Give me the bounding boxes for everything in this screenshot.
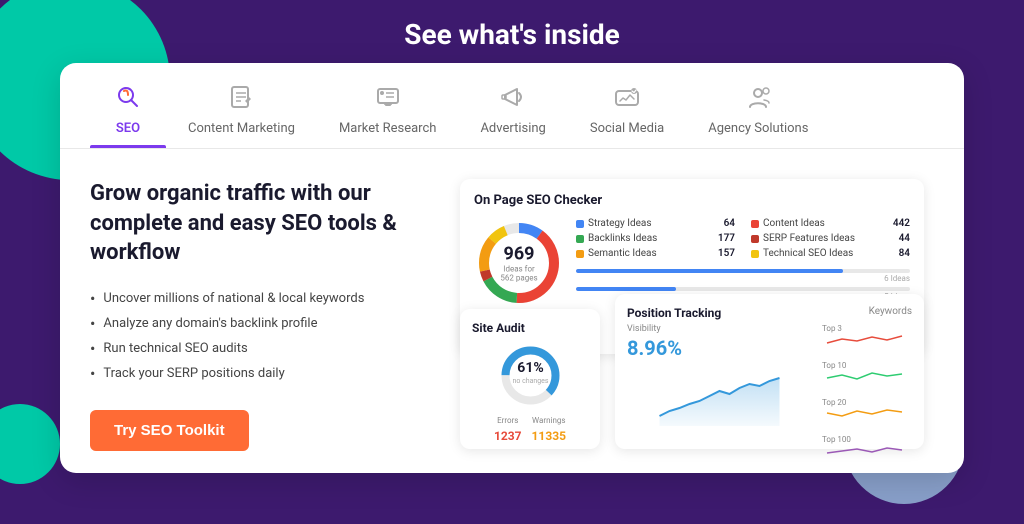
stat-technical: Technical SEO Ideas 84 (751, 248, 910, 259)
stat-semantic: Semantic Ideas 157 (576, 248, 735, 259)
audit-errors: Errors 1237 (494, 416, 522, 444)
audit-stats: Errors 1237 Warnings 11335 (472, 416, 588, 444)
stat-dot-backlinks (576, 235, 584, 243)
stat-val-serp: 44 (899, 233, 910, 244)
audit-circle: 61% no changes (472, 343, 588, 408)
tab-social-media-label: Social Media (590, 121, 664, 136)
keyword-top20: Top 20 (822, 398, 912, 427)
stat-strategy: Strategy Ideas 64 (576, 218, 735, 229)
donut-chart: 969 Ideas for562 pages (474, 218, 564, 308)
feature-item-4: Track your SERP positions daily (90, 361, 430, 386)
visibility-label: Visibility (627, 324, 812, 334)
feature-list: Uncover millions of national & local key… (90, 286, 430, 386)
feature-item-3: Run technical SEO audits (90, 336, 430, 361)
audit-warnings-label: Warnings (532, 416, 566, 425)
teal-blob-bottom (0, 404, 60, 484)
stat-val-backlinks: 177 (718, 233, 735, 244)
visibility-chart (627, 366, 812, 426)
stat-label-content: Content Ideas (763, 218, 825, 229)
keyword-top3: Top 3 (822, 324, 912, 353)
site-audit-title: Site Audit (472, 321, 588, 335)
stat-backlinks: Backlinks Ideas 177 (576, 233, 735, 244)
tab-market-research[interactable]: Market Research (317, 63, 459, 148)
stat-dot-semantic (576, 250, 584, 258)
svg-text:no changes: no changes (512, 377, 548, 385)
stat-content: Content Ideas 442 (751, 218, 910, 229)
donut-center: 969 Ideas for562 pages (500, 244, 537, 283)
stat-label-strategy: Strategy Ideas (588, 218, 652, 229)
keyword-top10: Top 10 (822, 361, 912, 390)
stat-dot-strategy (576, 220, 584, 228)
tab-advertising-label: Advertising (480, 121, 545, 136)
keyword-top100: Top 100 (822, 435, 912, 464)
donut-sub: Ideas for562 pages (500, 265, 537, 283)
social-media-icon (611, 81, 643, 113)
pt-title: Position Tracking (627, 306, 721, 320)
tab-seo[interactable]: SEO (90, 63, 166, 148)
progress-bar-2 (576, 287, 910, 291)
stat-dot-technical (751, 250, 759, 258)
tab-agency-solutions[interactable]: Agency Solutions (686, 63, 830, 148)
seo-checker-title: On Page SEO Checker (474, 193, 910, 208)
cta-button[interactable]: Try SEO Toolkit (90, 410, 249, 451)
tab-content-marketing[interactable]: Content Marketing (166, 63, 317, 148)
tab-social-media[interactable]: Social Media (568, 63, 686, 148)
agency-solutions-icon (742, 81, 774, 113)
seo-stats: Strategy Ideas 64 Content Ideas 442 Back… (576, 218, 910, 301)
audit-warnings: Warnings 11335 (532, 416, 566, 444)
seo-icon (112, 81, 144, 113)
hero-heading: Grow organic traffic with our complete a… (90, 179, 430, 268)
left-panel: Grow organic traffic with our complete a… (90, 179, 430, 459)
pt-left: Visibility 8.96% (627, 324, 812, 472)
stat-label-technical: Technical SEO Ideas (763, 248, 853, 259)
stat-val-strategy: 64 (724, 218, 735, 229)
tab-advertising[interactable]: Advertising (458, 63, 567, 148)
content-area: Grow organic traffic with our complete a… (60, 149, 964, 473)
visibility-value: 8.96% (627, 336, 812, 360)
keyword-top10-label: Top 10 (822, 361, 846, 370)
progress-bar-1 (576, 269, 910, 273)
stat-val-content: 442 (893, 218, 910, 229)
tab-content-marketing-label: Content Marketing (188, 121, 295, 136)
stat-label-semantic: Semantic Ideas (588, 248, 657, 259)
audit-errors-value: 1237 (494, 429, 522, 443)
market-research-icon (372, 81, 404, 113)
keyword-top20-label: Top 20 (822, 398, 846, 407)
stat-dot-content (751, 220, 759, 228)
stat-val-semantic: 157 (718, 248, 735, 259)
position-tracking-widget: Position Tracking Keywords Visibility 8.… (615, 294, 924, 449)
keyword-top100-label: Top 100 (822, 435, 851, 444)
site-audit-widget: Site Audit 61% no changes Errors 1237 (460, 309, 600, 449)
keyword-top3-label: Top 3 (822, 324, 842, 333)
stat-label-backlinks: Backlinks Ideas (588, 233, 657, 244)
feature-item-1: Uncover millions of national & local key… (90, 286, 430, 311)
tab-agency-solutions-label: Agency Solutions (708, 121, 808, 136)
audit-warnings-value: 11335 (532, 429, 566, 443)
pt-keywords-title: Keywords (869, 306, 912, 320)
stat-label-serp: SERP Features Ideas (763, 233, 855, 244)
donut-number: 969 (500, 244, 537, 265)
prog-fill-1 (576, 269, 843, 273)
content-marketing-icon (225, 81, 257, 113)
audit-errors-label: Errors (494, 416, 522, 425)
tab-navigation: SEO Content Marketing (60, 63, 964, 149)
pt-right: Top 3 Top 10 Top 20 (822, 324, 912, 472)
main-card: SEO Content Marketing (60, 63, 964, 473)
svg-text:61%: 61% (517, 360, 543, 376)
tab-market-research-label: Market Research (339, 121, 437, 136)
prog-label-1: 6 Ideas (576, 274, 910, 283)
stat-dot-serp (751, 235, 759, 243)
prog-fill-2 (576, 287, 676, 291)
page-title: See what's inside (0, 0, 1024, 63)
stat-serp: SERP Features Ideas 44 (751, 233, 910, 244)
stat-val-technical: 84 (899, 248, 910, 259)
right-panel: On Page SEO Checker (460, 179, 934, 459)
tab-seo-label: SEO (116, 121, 140, 136)
pt-header: Position Tracking Keywords (627, 306, 912, 320)
advertising-icon (497, 81, 529, 113)
pt-content: Visibility 8.96% (627, 324, 912, 472)
feature-item-2: Analyze any domain's backlink profile (90, 311, 430, 336)
